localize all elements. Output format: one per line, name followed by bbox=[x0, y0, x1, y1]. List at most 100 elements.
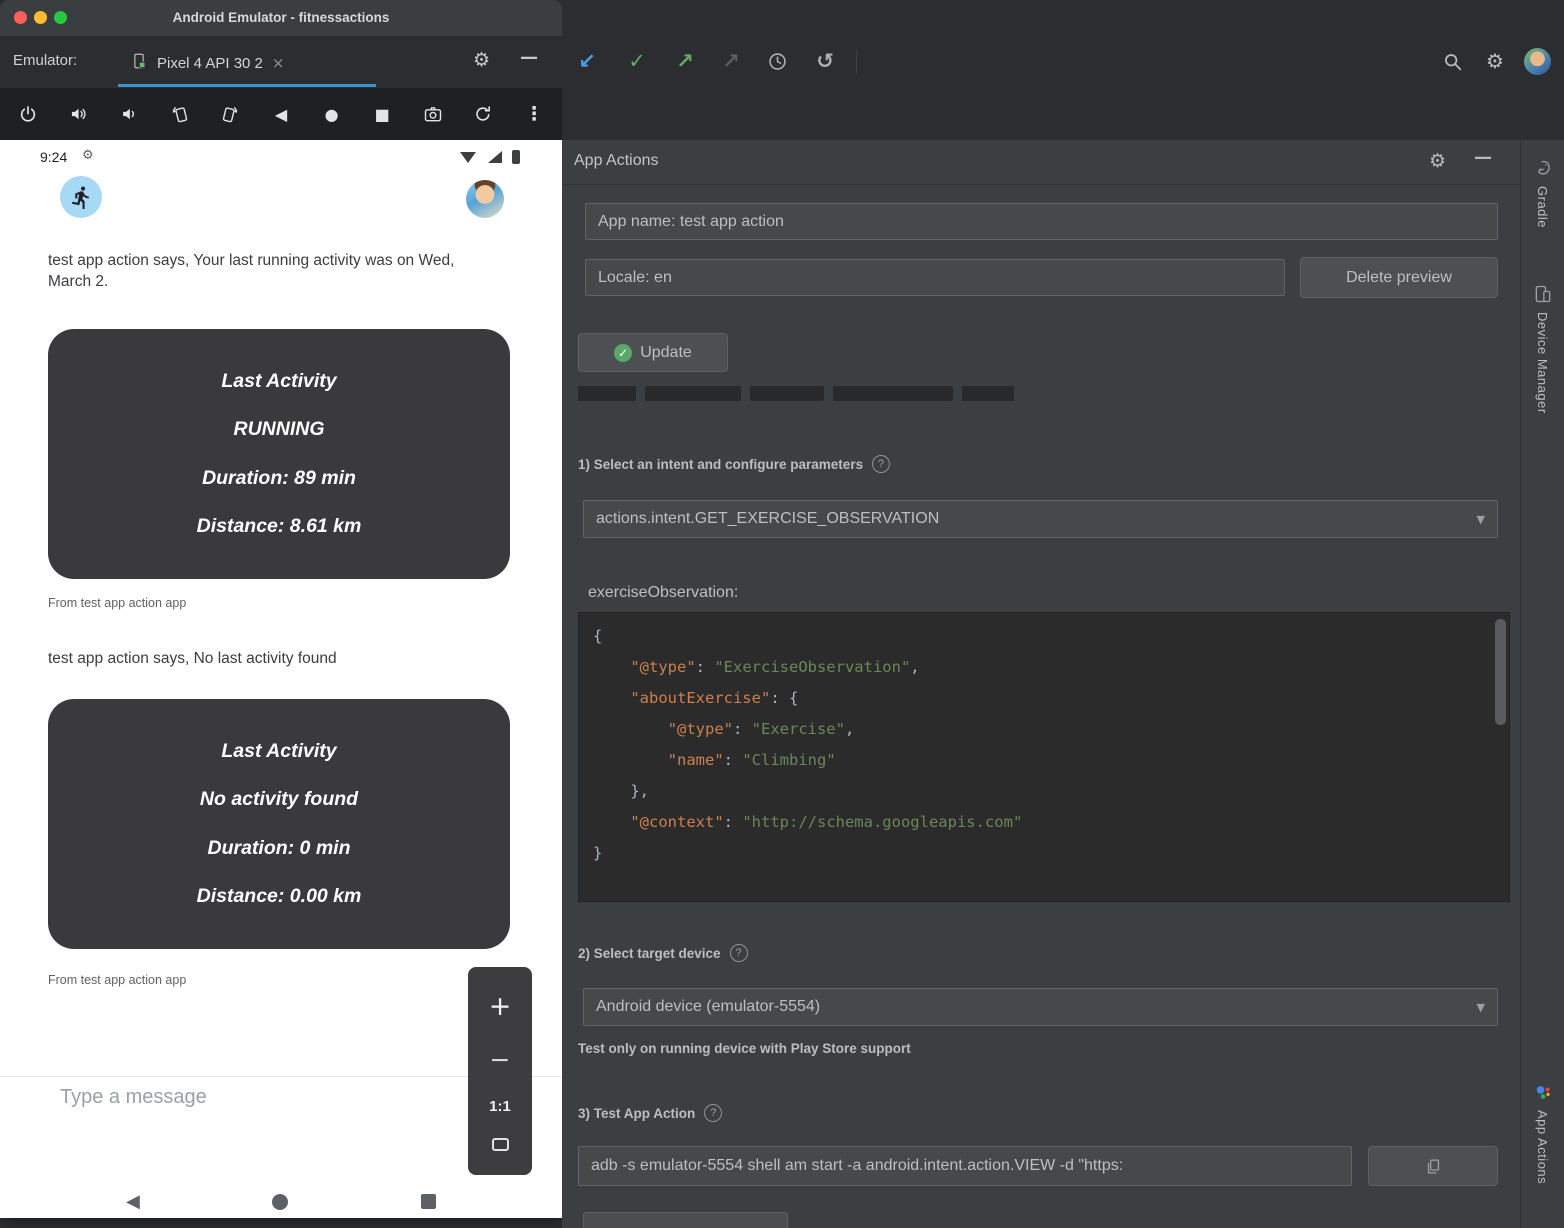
step-2-label: 2) Select target device ? bbox=[578, 944, 748, 962]
run-app-action-button-partial[interactable] bbox=[583, 1212, 788, 1228]
undo-icon[interactable]: ↺ bbox=[810, 46, 840, 76]
tab-pixel-4-api-30-2[interactable]: Pixel 4 API 30 2 × bbox=[130, 43, 284, 83]
panel-settings-gear-icon[interactable]: ⚙ bbox=[1429, 150, 1446, 172]
screenshot-camera-button[interactable] bbox=[421, 102, 445, 126]
card-duration: Duration: 89 min bbox=[202, 467, 356, 490]
target-device-dropdown[interactable]: Android device (emulator-5554) ▼ bbox=[583, 988, 1498, 1026]
power-button[interactable] bbox=[16, 102, 40, 126]
emulator-settings-gear-icon[interactable]: ⚙ bbox=[473, 49, 490, 71]
zoom-reset-button[interactable]: 1:1 bbox=[489, 1098, 511, 1115]
user-avatar bbox=[466, 180, 504, 218]
from-app-label: From test app action app bbox=[48, 596, 186, 610]
tool-strip-gradle-label: Gradle bbox=[1535, 186, 1550, 228]
emulator-window: Android Emulator - fitnessactions Emulat… bbox=[0, 0, 562, 1218]
chat-message: test app action says, No last activity f… bbox=[48, 648, 480, 669]
card-distance: Distance: 0.00 km bbox=[197, 885, 362, 908]
search-icon[interactable] bbox=[1437, 46, 1467, 76]
chat-message: test app action says, Your last running … bbox=[48, 250, 480, 292]
json-editor-code: { "@type": "ExerciseObservation", "about… bbox=[593, 621, 1509, 869]
device-note: Test only on running device with Play St… bbox=[578, 1041, 911, 1056]
push-arrow-icon[interactable]: ↗ bbox=[670, 46, 700, 76]
json-editor[interactable]: { "@type": "ExerciseObservation", "about… bbox=[578, 612, 1510, 902]
settings-gear-icon[interactable]: ⚙ bbox=[1480, 46, 1510, 76]
step-2-text: 2) Select target device bbox=[578, 946, 721, 961]
profile-avatar[interactable] bbox=[1524, 48, 1551, 75]
activity-card: Last Activity RUNNING Duration: 89 min D… bbox=[48, 329, 510, 579]
fit-to-window-icon[interactable] bbox=[492, 1138, 509, 1151]
copy-icon bbox=[1425, 1158, 1442, 1175]
volume-down-button[interactable] bbox=[117, 102, 141, 126]
help-icon[interactable]: ? bbox=[872, 455, 890, 473]
help-icon[interactable]: ? bbox=[730, 944, 748, 962]
tool-strip-device-manager-label: Device Manager bbox=[1535, 312, 1550, 414]
panel-minimize-icon[interactable]: — bbox=[1474, 147, 1492, 168]
nav-home-button[interactable] bbox=[272, 1194, 288, 1210]
android-studio-window: ↙ ✓ ↗ ↗ ↺ ⚙ App Actions ⚙ — App name: te… bbox=[562, 0, 1564, 1228]
tool-strip-gradle[interactable]: Gradle bbox=[1533, 158, 1553, 228]
card-activity: No activity found bbox=[200, 788, 358, 811]
wifi-icon bbox=[460, 152, 476, 163]
card-title: Last Activity bbox=[221, 370, 336, 393]
status-message-unreadable bbox=[578, 386, 1014, 401]
tab-label: Pixel 4 API 30 2 bbox=[157, 55, 263, 72]
emulator-control-bar: ◀ ● ■ ⋮ bbox=[0, 88, 562, 140]
back-button[interactable]: ◀ bbox=[269, 102, 293, 126]
delete-preview-button[interactable]: Delete preview bbox=[1300, 257, 1498, 298]
update-button-label: Update bbox=[640, 344, 692, 362]
step-3-text: 3) Test App Action bbox=[578, 1106, 695, 1121]
emulator-zoom-panel: + − 1:1 bbox=[468, 967, 532, 1175]
overview-button[interactable]: ■ bbox=[370, 102, 394, 126]
history-clock-icon[interactable] bbox=[762, 46, 792, 76]
volume-up-button[interactable] bbox=[67, 102, 91, 126]
signal-icon bbox=[488, 151, 502, 163]
card-activity: RUNNING bbox=[234, 418, 325, 441]
window-title: Android Emulator - fitnessactions bbox=[0, 10, 562, 25]
app-actions-panel: App Actions ⚙ — App name: test app actio… bbox=[562, 140, 1520, 1228]
device-note-text: Test only on running device with Play St… bbox=[578, 1041, 911, 1056]
tab-active-underline bbox=[118, 84, 376, 87]
card-title: Last Activity bbox=[221, 740, 336, 763]
step-1-label: 1) Select an intent and configure parame… bbox=[578, 455, 890, 473]
zoom-in-button[interactable]: + bbox=[489, 991, 512, 1022]
tab-close-icon[interactable]: × bbox=[272, 54, 285, 72]
rotate-left-button[interactable] bbox=[168, 102, 192, 126]
nav-back-button[interactable]: ◀ bbox=[126, 1191, 140, 1212]
update-button[interactable]: ✓ Update bbox=[578, 333, 728, 372]
device-manager-icon bbox=[1533, 284, 1553, 304]
attach-debugger-icon[interactable]: ↙ bbox=[572, 46, 602, 76]
emulator-label: Emulator: bbox=[13, 52, 77, 69]
copy-command-button[interactable] bbox=[1368, 1146, 1498, 1186]
tool-window-strip: Gradle Device Manager App Actions bbox=[1520, 140, 1564, 1228]
editor-scrollbar[interactable] bbox=[1495, 619, 1506, 725]
commit-check-icon[interactable]: ✓ bbox=[622, 46, 652, 76]
toolbar-separator bbox=[856, 50, 857, 74]
status-bar-time: 9:24 bbox=[40, 149, 67, 165]
step-1-text: 1) Select an intent and configure parame… bbox=[578, 457, 863, 472]
phone-tab-icon bbox=[130, 52, 148, 74]
from-app-label: From test app action app bbox=[48, 973, 186, 987]
message-input[interactable] bbox=[60, 1086, 390, 1109]
intent-dropdown[interactable]: actions.intent.GET_EXERCISE_OBSERVATION … bbox=[583, 500, 1498, 538]
emulator-minimize-icon[interactable]: — bbox=[520, 47, 538, 68]
locale-field[interactable]: Locale: en bbox=[585, 259, 1285, 296]
zoom-out-button[interactable]: − bbox=[490, 1045, 511, 1074]
more-options-icon[interactable]: ⋮ bbox=[522, 102, 546, 126]
help-icon[interactable]: ? bbox=[704, 1104, 722, 1122]
tool-strip-app-actions[interactable]: App Actions bbox=[1533, 1082, 1553, 1184]
snapshots-button[interactable] bbox=[471, 102, 495, 126]
rotate-right-button[interactable] bbox=[218, 102, 242, 126]
parameter-name-label: exerciseObservation: bbox=[588, 584, 738, 602]
assistant-bot-avatar bbox=[60, 176, 102, 218]
status-bar-gear-icon: ⚙ bbox=[82, 148, 94, 163]
activity-card: Last Activity No activity found Duration… bbox=[48, 699, 510, 949]
phone-screen: 9:24 ⚙ test app action says, Your last r… bbox=[0, 140, 562, 1218]
home-button[interactable]: ● bbox=[320, 102, 344, 126]
adb-command-field[interactable]: adb -s emulator-5554 shell am start -a a… bbox=[578, 1146, 1352, 1186]
emulator-toolbar: Emulator: Pixel 4 API 30 2 × ⚙ — bbox=[0, 36, 562, 88]
intent-dropdown-value: actions.intent.GET_EXERCISE_OBSERVATION bbox=[596, 510, 939, 528]
step-3-label: 3) Test App Action ? bbox=[578, 1104, 722, 1122]
nav-recents-button[interactable] bbox=[421, 1194, 436, 1209]
panel-title: App Actions bbox=[574, 152, 659, 170]
app-name-field[interactable]: App name: test app action bbox=[585, 203, 1498, 240]
tool-strip-device-manager[interactable]: Device Manager bbox=[1533, 284, 1553, 414]
